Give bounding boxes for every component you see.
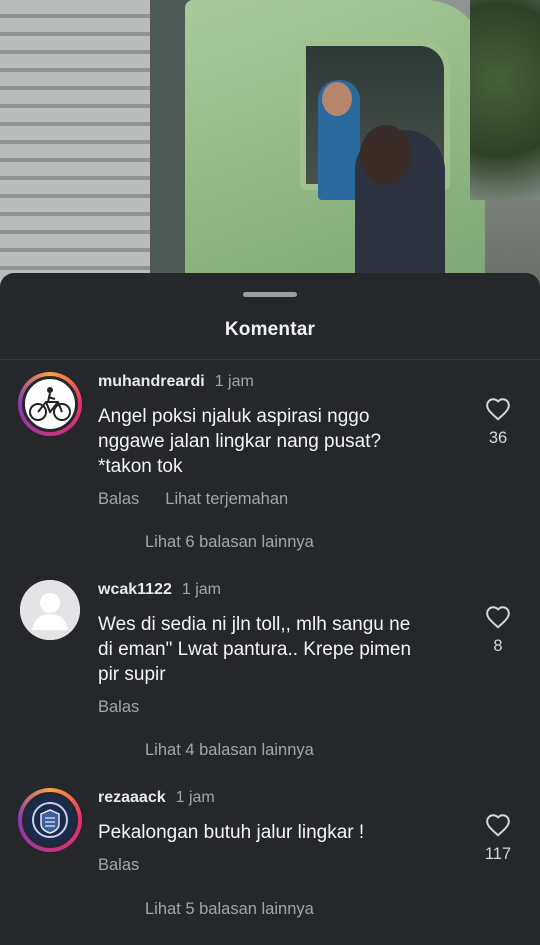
avatar[interactable] [18, 372, 82, 436]
comment-actions: Balas [98, 698, 165, 717]
view-more-replies[interactable]: Lihat 6 balasan lainnya [145, 533, 314, 552]
comment-time: 1 jam [181, 581, 221, 598]
comment-username[interactable]: wcak1122 1 jam [98, 581, 221, 599]
reply-button[interactable]: Balas [98, 856, 139, 874]
comment-username[interactable]: rezaaack 1 jam [98, 789, 215, 807]
like-button[interactable]: 8 [476, 605, 520, 656]
video-man-head [360, 125, 412, 185]
comment-time: 1 jam [175, 789, 215, 806]
reply-button[interactable]: Balas [98, 490, 139, 508]
comment-text: Angel poksi njaluk aspirasi nggo nggawe … [98, 406, 382, 477]
comment-actions: Balas Lihat terjemahan [98, 490, 314, 509]
avatar-image [22, 376, 78, 432]
translate-button[interactable]: Lihat terjemahan [165, 490, 288, 508]
like-count: 8 [493, 637, 503, 655]
view-more-replies[interactable]: Lihat 5 balasan lainnya [145, 900, 314, 919]
username-text[interactable]: muhandreardi [98, 373, 205, 390]
comment-text: Wes di sedia ni jln toll,, mlh sangu ne … [98, 614, 412, 685]
comment-time: 1 jam [214, 373, 254, 390]
view-more-replies[interactable]: Lihat 4 balasan lainnya [145, 741, 314, 760]
drag-handle[interactable] [243, 292, 297, 297]
comments-sheet: Komentar muhandreardi 1 jam Angel poksi n… [0, 273, 540, 945]
sheet-divider [0, 359, 540, 360]
comment-text: Pekalongan butuh jalur lingkar ! [98, 822, 365, 843]
bicycle-icon [29, 387, 71, 421]
like-count: 36 [488, 429, 508, 447]
comment-actions: Balas [98, 856, 165, 875]
heart-outline-icon [486, 398, 510, 421]
video-driver-head [322, 82, 352, 116]
reply-button[interactable]: Balas [98, 698, 139, 716]
person-silhouette-icon [20, 580, 80, 640]
avatar[interactable] [18, 788, 82, 852]
video-tree [470, 0, 540, 200]
video-shadow [150, 0, 190, 290]
heart-outline-icon [486, 814, 510, 837]
sheet-title: Komentar [224, 319, 316, 340]
username-text[interactable]: rezaaack [98, 789, 166, 806]
heart-outline-icon [486, 606, 510, 629]
comment-username[interactable]: muhandreardi 1 jam [98, 373, 254, 391]
username-text[interactable]: wcak1122 [98, 581, 172, 598]
video-background[interactable] [0, 0, 540, 290]
avatar[interactable] [20, 580, 80, 640]
emblem-icon [32, 802, 68, 838]
avatar-image [22, 792, 78, 848]
like-button[interactable]: 36 [476, 397, 520, 448]
like-button[interactable]: 117 [476, 813, 520, 864]
like-count: 117 [484, 845, 512, 863]
